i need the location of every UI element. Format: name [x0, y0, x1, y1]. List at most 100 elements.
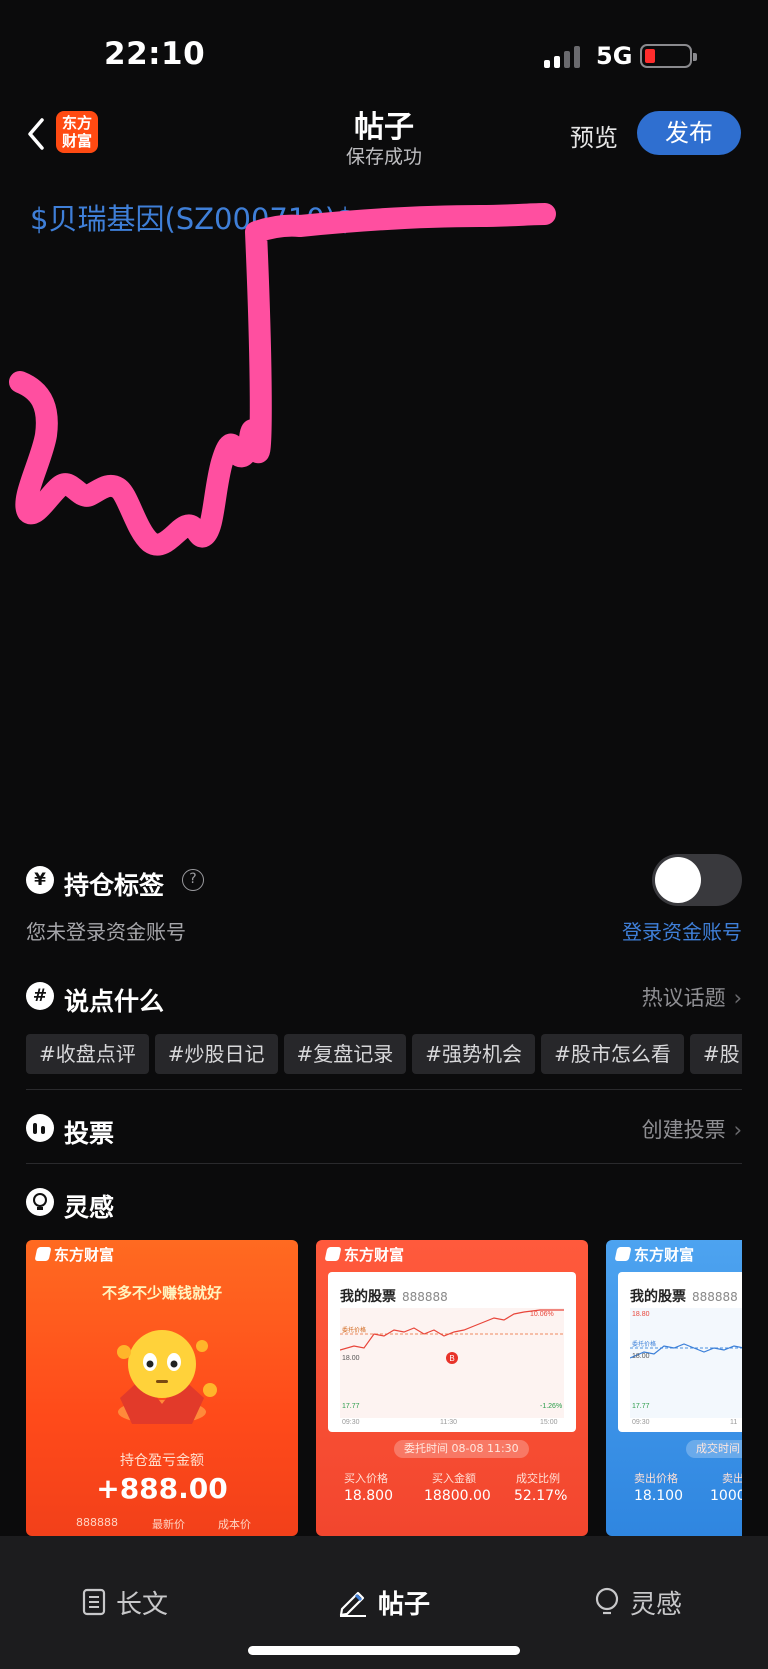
mid-price: 18.00 — [342, 1355, 360, 1362]
chart-title-text: 我的股票 — [340, 1289, 396, 1305]
time-start: 09:30 — [632, 1419, 650, 1426]
yuan-icon: ¥ — [26, 866, 54, 894]
lightbulb-icon — [594, 1587, 620, 1624]
fill-ratio-label: 成交比例 — [516, 1472, 560, 1485]
topics-title: 说点什么 — [64, 987, 165, 1016]
not-logged-text: 您未登录资金账号 — [26, 920, 186, 944]
top-nav: 东方 财富 帖子 保存成功 预览 发布 — [0, 96, 768, 176]
intraday-chart: 18.80 委托价格 18.00 17.77 09:30 11 — [630, 1308, 742, 1426]
divider — [26, 1163, 742, 1164]
tab-post[interactable]: 帖子 — [336, 1584, 430, 1624]
status-time: 22:10 — [104, 36, 206, 72]
lightbulb-icon — [26, 1188, 54, 1216]
toggle-knob — [655, 857, 701, 903]
holdings-toggle[interactable] — [652, 854, 742, 906]
help-icon[interactable]: ? — [182, 869, 204, 891]
battery-icon — [640, 44, 697, 68]
sell-amount-value: 10000 — [710, 1488, 742, 1504]
inspiration-cards: 东方财富 不多不少赚钱就好 持仓盈亏金额 +888.00 888888 最新价 … — [26, 1240, 742, 1536]
fill-ratio-value: 52.17% — [514, 1488, 568, 1504]
buy-marker: B — [449, 1354, 454, 1363]
tab-article[interactable]: 长文 — [82, 1584, 168, 1623]
account-row: 您未登录资金账号 登录资金账号 — [26, 916, 742, 946]
chevron-right-icon: › — [733, 1118, 742, 1142]
holdings-tag-row: ¥ 持仓标签 ? — [26, 854, 742, 906]
poll-icon — [26, 1114, 54, 1142]
hot-topics-label: 热议话题 — [641, 986, 726, 1010]
tab-inspiration[interactable]: 灵感 — [594, 1584, 682, 1624]
drawing-scribble — [9, 203, 556, 556]
topic-chips: #收盘点评 #炒股日记 #复盘记录 #强势机会 #股市怎么看 #股 — [26, 1034, 742, 1076]
preview-button[interactable]: 预览 — [570, 118, 618, 153]
inspiration-header: 灵感 — [26, 1188, 742, 1222]
status-bar: 22:10 5G — [0, 0, 768, 110]
topic-chip[interactable]: #股市怎么看 — [541, 1034, 684, 1074]
pnl-value: +888.00 — [96, 1472, 228, 1505]
time-mid: 11:30 — [440, 1419, 457, 1426]
buy-price-label: 买入价格 — [344, 1472, 388, 1485]
network-type: 5G — [596, 42, 633, 70]
stock-code: 888888 — [402, 1290, 448, 1304]
top-price: 18.80 — [632, 1311, 650, 1318]
topic-chip[interactable]: #强势机会 — [412, 1034, 536, 1074]
pnl-label: 持仓盈亏金额 — [120, 1453, 204, 1469]
brand-label-text: 东方财富 — [54, 1246, 115, 1264]
stock-chart-panel: 我的股票 888888 B 委托价格 18.00 17.77 -1.26% 10.… — [328, 1272, 576, 1432]
sell-amount-label: 卖出 — [722, 1472, 742, 1485]
buy-price-value: 18.800 — [344, 1488, 393, 1504]
holdings-title: 持仓标签 — [64, 871, 165, 900]
vote-title: 投票 — [64, 1119, 115, 1148]
card-slogan: 不多不少赚钱就好 — [101, 1284, 222, 1302]
topic-chip[interactable]: #复盘记录 — [283, 1034, 407, 1074]
mid-price: 18.00 — [632, 1353, 650, 1360]
stock-chart-panel: 我的股票 888888 18.80 委托价格 18.00 17.77 09:30 … — [618, 1272, 742, 1432]
fill-time: 成交时间 — [686, 1440, 742, 1458]
buy-amount-label: 买入金额 — [432, 1472, 476, 1485]
sell-price-label: 卖出价格 — [634, 1472, 678, 1485]
low-price: 17.77 — [342, 1403, 360, 1410]
topic-chip[interactable]: #炒股日记 — [154, 1034, 278, 1074]
template-card-buy[interactable]: 东方财富 我的股票 888888 B 委托价格 18.00 17.77 -1.26… — [316, 1240, 588, 1536]
divider — [26, 1089, 742, 1090]
inspiration-title: 灵感 — [64, 1193, 115, 1222]
brand-logo-icon — [34, 1247, 52, 1261]
mascot-illustration — [117, 1330, 217, 1424]
pen-icon — [336, 1587, 368, 1624]
brand-label-text: 东方财富 — [634, 1246, 695, 1264]
low-pct: -1.26% — [540, 1403, 562, 1410]
col-code: 888888 — [76, 1516, 118, 1529]
order-time: 委托时间 08-08 11:30 — [394, 1440, 529, 1458]
create-vote-link[interactable]: 创建投票 › — [642, 1114, 742, 1144]
brand-label-text: 东方财富 — [344, 1246, 405, 1264]
topic-chip[interactable]: #股 — [689, 1034, 742, 1074]
time-start: 09:30 — [342, 1419, 360, 1426]
signal-icon — [544, 44, 584, 68]
brand-label: 东方财富 — [324, 1244, 405, 1265]
publish-button[interactable]: 发布 — [637, 111, 741, 155]
topics-header: # 说点什么 热议话题 › — [26, 982, 742, 1016]
tab-label: 灵感 — [630, 1590, 683, 1620]
template-card-pnl[interactable]: 东方财富 不多不少赚钱就好 持仓盈亏金额 +888.00 888888 最新价 … — [26, 1240, 298, 1536]
col-cost: 成本价 — [218, 1518, 251, 1531]
stock-code: 888888 — [692, 1290, 738, 1304]
hashtag-icon: # — [26, 982, 54, 1010]
time-mid: 11 — [730, 1419, 737, 1426]
ref-label: 委托价格 — [632, 1340, 656, 1348]
sell-price-value: 18.100 — [634, 1488, 683, 1504]
brand-label: 东方财富 — [34, 1244, 115, 1265]
brand-logo-icon — [324, 1247, 342, 1261]
document-icon — [82, 1588, 106, 1623]
intraday-chart: B 委托价格 18.00 17.77 -1.26% 10.06% 09:30 1… — [340, 1308, 564, 1426]
template-card-sell[interactable]: 东方财富 我的股票 888888 18.80 委托价格 18.00 17.77 0… — [606, 1240, 742, 1536]
ref-label: 委托价格 — [342, 1326, 366, 1334]
vote-row[interactable]: 投票 创建投票 › — [26, 1114, 742, 1148]
chart-title: 我的股票 888888 — [340, 1286, 448, 1306]
login-account-link[interactable]: 登录资金账号 — [622, 916, 742, 945]
tab-label: 长文 — [116, 1590, 169, 1620]
hot-topics-link[interactable]: 热议话题 › — [642, 982, 742, 1012]
col-latest: 最新价 — [152, 1518, 185, 1531]
topic-chip[interactable]: #收盘点评 — [26, 1034, 149, 1074]
brand-logo-icon — [614, 1247, 632, 1261]
home-indicator[interactable] — [248, 1646, 520, 1655]
chevron-right-icon: › — [733, 986, 742, 1010]
